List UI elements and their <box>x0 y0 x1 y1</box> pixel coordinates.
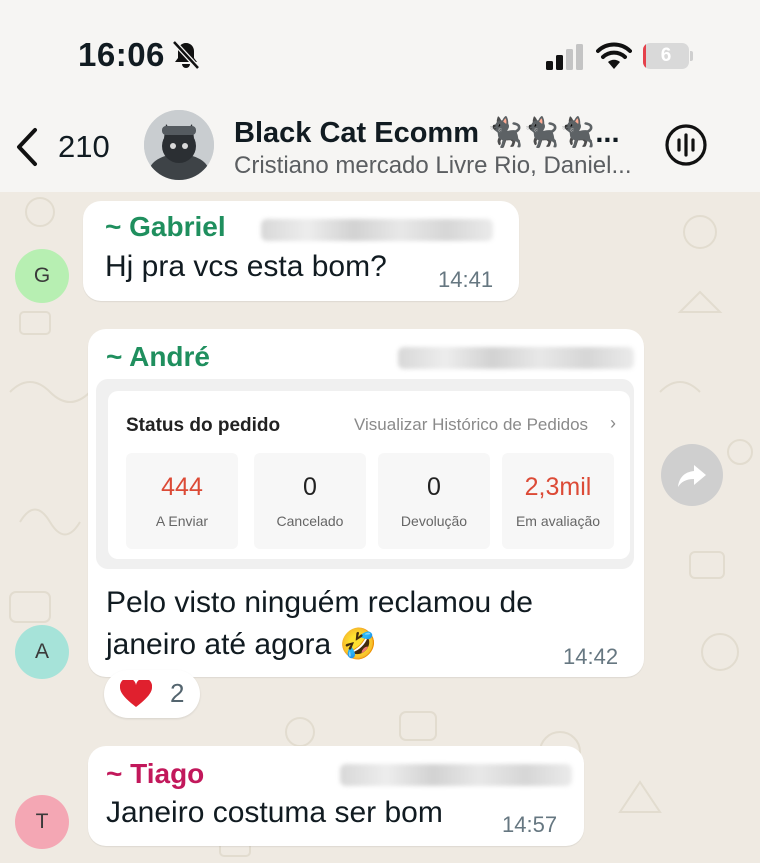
sender-avatar[interactable]: G <box>15 249 69 303</box>
stat-value: 444 <box>161 473 203 501</box>
sender-phone-redacted <box>398 347 634 369</box>
order-status-title: Status do pedido <box>126 415 281 436</box>
stat-cancelled: 0 Cancelado <box>254 453 366 549</box>
stat-value: 0 <box>303 473 317 501</box>
wifi-icon <box>596 42 632 69</box>
cat-avatar-image <box>144 110 214 180</box>
message-bubble[interactable]: ~ André Status do pedido Visualizar Hist… <box>88 329 644 677</box>
message-time: 14:41 <box>438 267 494 292</box>
forward-icon[interactable] <box>676 459 708 491</box>
stat-value: 2,3mil <box>524 473 592 501</box>
stat-under-review: 2,3mil Em avaliação <box>502 453 614 549</box>
message-bubble[interactable]: ~ Tiago Janeiro costuma ser bom 14:57 <box>88 746 584 846</box>
sender-phone-redacted <box>340 764 572 786</box>
sender-name[interactable]: ~ Tiago <box>106 758 204 790</box>
stat-value: 0 <box>427 473 441 501</box>
message-text-line: janeiro até agora 🤣 <box>106 628 377 661</box>
message-text: Janeiro costuma ser bom <box>106 796 443 829</box>
heart-icon <box>120 680 152 707</box>
group-members[interactable]: Cristiano mercado Livre Rio, Daniel... <box>234 152 636 180</box>
screenshot-attachment[interactable]: Status do pedido Visualizar Histórico de… <box>96 379 634 569</box>
bell-off-icon <box>172 40 200 70</box>
sender-name[interactable]: ~ André <box>106 341 210 373</box>
forward-button[interactable] <box>661 444 723 506</box>
unread-count[interactable]: 210 <box>58 129 110 165</box>
message-bubble[interactable]: ~ Gabriel Hj pra vcs esta bom? 14:41 <box>83 201 519 301</box>
message-text-line: Pelo visto ninguém reclamou de <box>106 586 533 619</box>
stat-to-ship: 444 A Enviar <box>126 453 238 549</box>
group-avatar[interactable] <box>144 110 214 180</box>
status-bar: 16:06 6 <box>0 0 760 110</box>
reaction-count: 2 <box>170 678 185 708</box>
voice-call-icon[interactable] <box>664 123 708 167</box>
cellular-signal-icon <box>546 44 583 70</box>
stat-label: Em avaliação <box>515 513 601 529</box>
chat-area[interactable]: G ~ Gabriel Hj pra vcs esta bom? 14:41 A… <box>0 192 760 863</box>
message-time: 14:57 <box>502 812 558 837</box>
stat-label: Cancelado <box>276 513 344 529</box>
chat-header: 210 Black Cat Ecomm 🐈‍⬛🐈‍⬛🐈‍⬛... Cristia… <box>0 110 760 192</box>
battery-level: 6 <box>660 45 672 66</box>
message-time: 14:42 <box>563 644 619 669</box>
chevron-right-icon: › <box>610 413 616 433</box>
stat-label: Devolução <box>400 513 468 529</box>
battery-icon: 6 <box>643 43 693 69</box>
message-text: Hj pra vcs esta bom? <box>105 250 387 283</box>
order-status-card: Status do pedido Visualizar Histórico de… <box>108 391 630 559</box>
sender-name[interactable]: ~ Gabriel <box>105 211 226 243</box>
status-time: 16:06 <box>78 36 165 73</box>
order-history-link: Visualizar Histórico de Pedidos <box>354 415 589 434</box>
sender-avatar[interactable]: T <box>15 795 69 849</box>
group-title[interactable]: Black Cat Ecomm 🐈‍⬛🐈‍⬛🐈‍⬛... <box>234 116 634 150</box>
back-button[interactable]: 210 <box>14 126 110 168</box>
chevron-left-icon[interactable] <box>14 127 40 167</box>
sender-phone-redacted <box>261 219 493 241</box>
stat-label: A Enviar <box>155 513 209 529</box>
sender-avatar[interactable]: A <box>15 625 69 679</box>
message-reaction[interactable]: 2 <box>104 670 200 718</box>
stat-returns: 0 Devolução <box>378 453 490 549</box>
